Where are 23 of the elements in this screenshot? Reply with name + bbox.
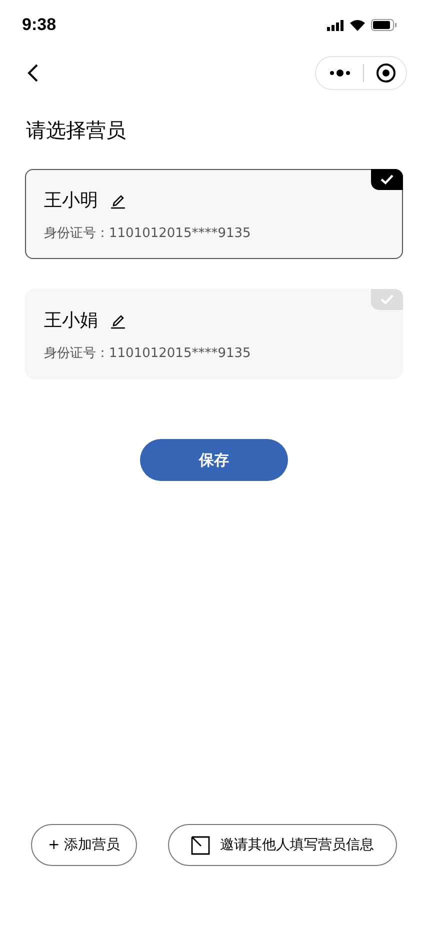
battery-icon [371,19,397,31]
edit-icon[interactable] [110,313,126,329]
add-camper-button[interactable]: + 添加营员 [31,824,138,866]
camper-name: 王小明 [44,189,98,213]
camper-name: 王小娟 [44,309,98,333]
check-icon [371,169,403,190]
id-number: 身份证号：1101012015****9135 [44,345,252,362]
page-title: 请选择营员 [26,117,127,144]
capsule-menu[interactable] [315,56,407,90]
signal-icon [327,20,344,30]
save-button[interactable]: 保存 [140,439,288,481]
camper-card[interactable]: 王小娟 身份证号：1101012015****9135 [25,289,403,379]
expand-arrow-icon [191,836,210,854]
invite-button[interactable]: 邀请其他人填写营员信息 [168,824,397,866]
more-icon[interactable] [329,69,351,77]
edit-icon[interactable] [110,193,126,209]
status-time: 9:38 [22,15,56,35]
close-icon[interactable] [376,63,396,83]
back-icon[interactable] [27,64,39,82]
camper-card[interactable]: 王小明 身份证号：1101012015****9135 [25,169,403,259]
id-number: 身份证号：1101012015****9135 [44,225,252,242]
check-icon [371,289,403,310]
wifi-icon [350,20,365,30]
